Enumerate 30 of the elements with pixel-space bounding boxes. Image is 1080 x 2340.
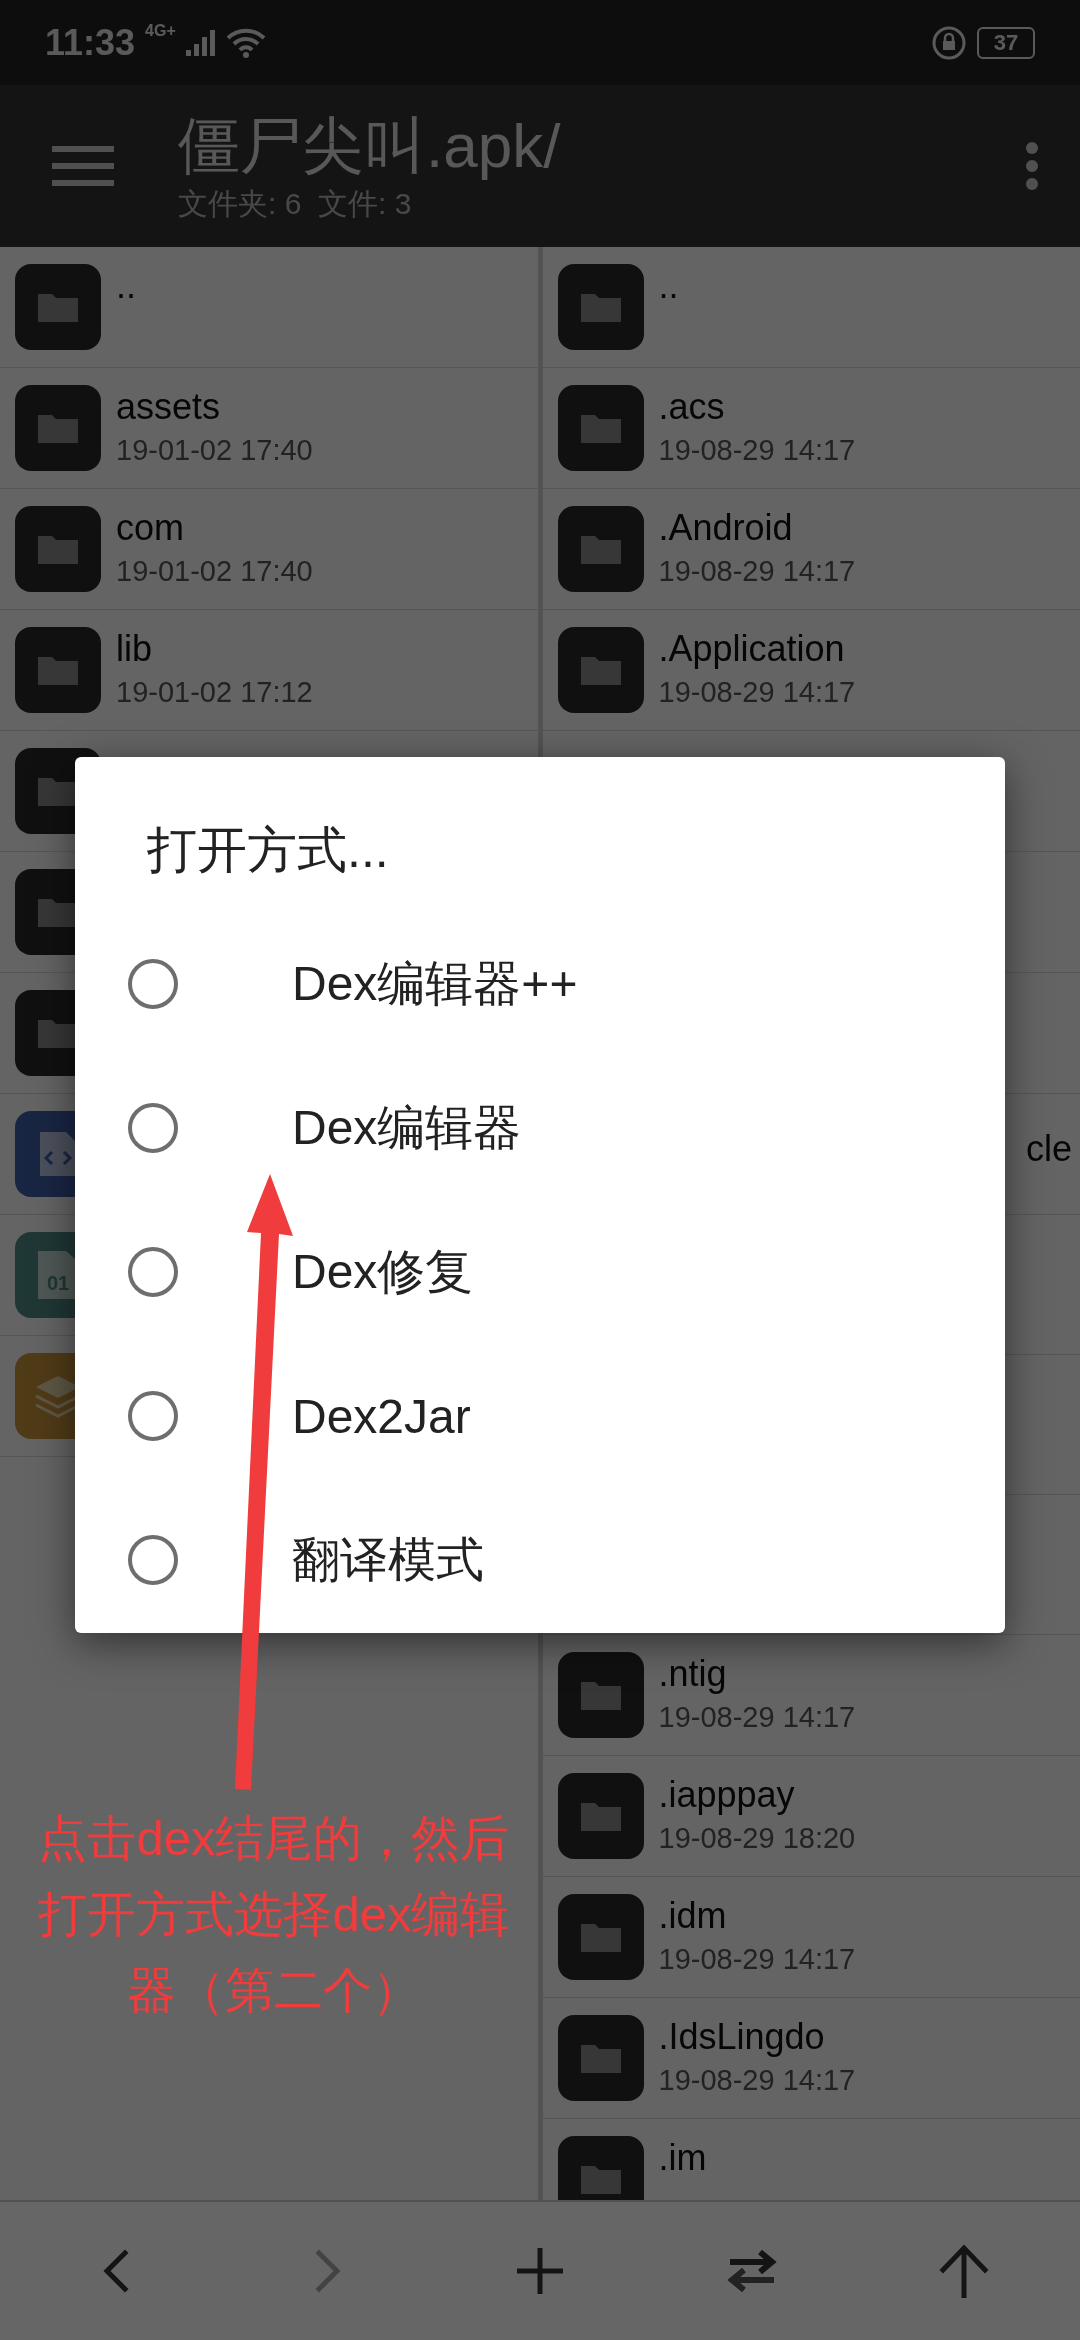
file-name: .ntig [658, 1653, 728, 1695]
file-name: .. [116, 265, 136, 307]
status-time: 11:33 [45, 21, 136, 64]
file-date: 19-08-29 14:17 [658, 2064, 856, 2097]
file-name: .iapppay [658, 1774, 796, 1816]
file-name: assets [116, 386, 222, 428]
file-name: com [116, 507, 185, 549]
file-date: 19-01-02 17:40 [116, 434, 313, 467]
file-date: 19-08-29 14:17 [658, 676, 856, 709]
file-date: 19-01-02 17:12 [116, 676, 313, 709]
file-date: 19-08-29 18:20 [658, 1822, 856, 1855]
file-name: .Application [658, 628, 846, 670]
file-name: .. [658, 265, 679, 307]
file-date: 19-08-29 14:17 [658, 1943, 856, 1976]
file-name: .acs [658, 386, 726, 428]
file-name: lib [116, 628, 154, 670]
file-date: 19-08-29 14:17 [658, 555, 856, 588]
battery-level: 37 [977, 26, 1035, 59]
file-date: 19-08-29 14:17 [658, 1701, 856, 1734]
folder-title: 僵尸尖叫.apk/ [178, 109, 562, 182]
file-name: .IdsLingdo [658, 2016, 826, 2058]
file-name: .Android [658, 507, 794, 549]
file-date: 19-08-29 14:17 [658, 434, 856, 467]
file-name: cle [1025, 1128, 1072, 1170]
file-name: .idm [658, 1895, 728, 1937]
dialog-title: 打开方式... [147, 821, 389, 880]
file-name: .im [658, 2137, 707, 2179]
network-type: 4G+ [145, 22, 176, 40]
file-date: 19-01-02 17:40 [116, 555, 313, 588]
annotation-text: 点击dex结尾的，然后 打开方式选择dex编辑 器（第二个） [37, 1810, 511, 2019]
